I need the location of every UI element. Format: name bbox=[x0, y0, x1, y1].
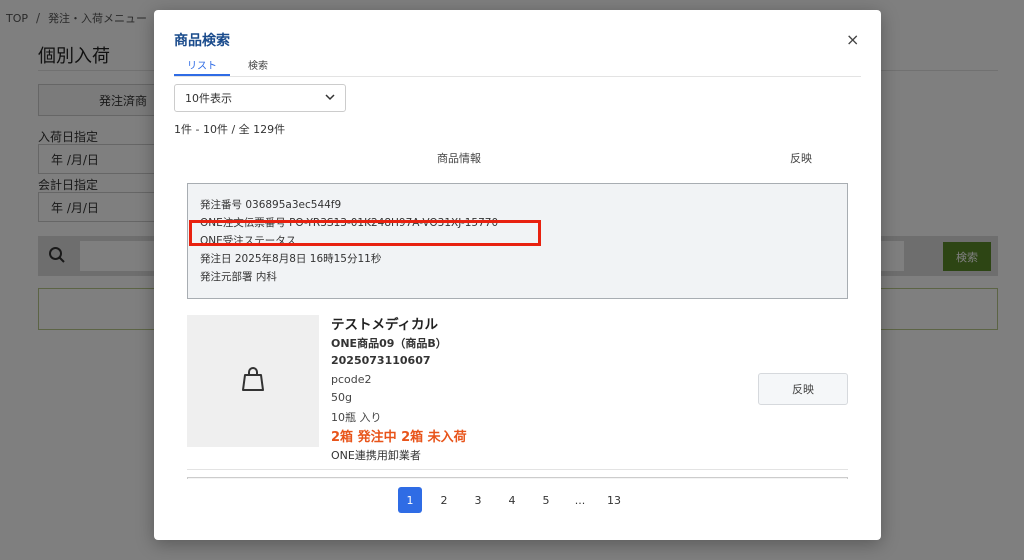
product-size: 50g bbox=[331, 391, 352, 404]
order-department: 発注元部署 内科 bbox=[200, 271, 277, 283]
product-maker: テストメディカル bbox=[331, 317, 439, 333]
shopping-bag-icon bbox=[241, 366, 265, 396]
product-list: 発注番号 036895a3ec544f9 ONE注文伝票番号 PO-YR3S13… bbox=[186, 175, 849, 479]
page-size-select[interactable]: 10件表示 bbox=[174, 84, 346, 112]
page-4[interactable]: 4 bbox=[500, 487, 524, 513]
product-jan: 2025073110607 bbox=[331, 354, 431, 367]
column-header-reflect: 反映 bbox=[790, 152, 812, 165]
row-divider bbox=[187, 469, 848, 470]
product-image bbox=[187, 315, 319, 447]
column-header-info: 商品情報 bbox=[437, 152, 481, 165]
order-date: 発注日 2025年8月8日 16時15分11秒 bbox=[200, 253, 382, 265]
result-count: 1件 - 10件 / 全 129件 bbox=[174, 123, 286, 136]
page-5[interactable]: 5 bbox=[534, 487, 558, 513]
page-1[interactable]: 1 bbox=[398, 487, 422, 513]
modal-tabs: リスト 検索 bbox=[174, 55, 861, 77]
product-pcode: pcode2 bbox=[331, 373, 372, 386]
page-2[interactable]: 2 bbox=[432, 487, 456, 513]
product-order-status: 2箱 発注中 2箱 未入荷 bbox=[331, 430, 467, 445]
chevron-down-icon bbox=[324, 91, 336, 106]
modal-title: 商品検索 bbox=[174, 33, 230, 49]
pagination: 1 2 3 4 5 ... 13 bbox=[398, 487, 636, 513]
page-ellipsis: ... bbox=[574, 493, 586, 507]
order-number: 発注番号 036895a3ec544f9 bbox=[200, 199, 342, 211]
next-list-item bbox=[187, 477, 848, 479]
reflect-button[interactable]: 反映 bbox=[758, 373, 848, 405]
close-icon[interactable]: × bbox=[846, 30, 859, 49]
page-13[interactable]: 13 bbox=[602, 487, 626, 513]
page-3[interactable]: 3 bbox=[466, 487, 490, 513]
product-package: 10瓶 入り bbox=[331, 411, 382, 424]
status-highlight-box bbox=[189, 220, 541, 246]
product-search-modal: 商品検索 × リスト 検索 10件表示 1件 - 10件 / 全 129件 商品… bbox=[154, 10, 881, 540]
page-size-value: 10件表示 bbox=[185, 92, 232, 105]
product-vendor: ONE連携用卸業者 bbox=[331, 449, 421, 462]
tab-search[interactable]: 検索 bbox=[230, 55, 286, 76]
tab-list[interactable]: リスト bbox=[174, 55, 230, 76]
product-name: ONE商品09（商品B） bbox=[331, 337, 447, 350]
